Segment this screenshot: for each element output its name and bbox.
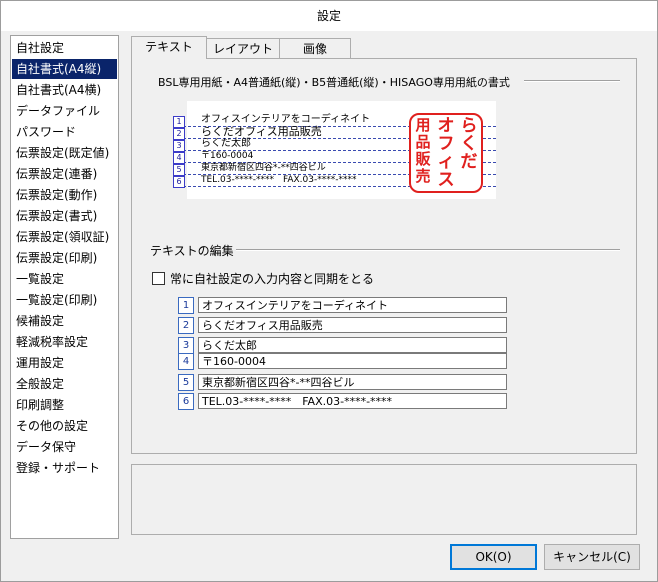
settings-category-list[interactable]: 自社設定 自社書式(A4縦) 自社書式(A4横) データファイル パスワード 伝… [10,35,119,539]
description-box [131,464,637,535]
sidebar-item-other[interactable]: その他の設定 [12,416,117,436]
sidebar-item-slip-format[interactable]: 伝票設定(書式) [12,206,117,226]
preview-line-number: 4 [173,152,185,164]
field-number: 6 [178,393,194,410]
sidebar-item-list-print[interactable]: 一覧設定(印刷) [12,290,117,310]
text-field-line-2[interactable]: らくだオフィス用品販売 [198,317,507,333]
sidebar-item-slip-behavior[interactable]: 伝票設定(動作) [12,185,117,205]
stamp-column: オフィス [437,116,455,190]
sidebar-item-slip-defaults[interactable]: 伝票設定(既定値) [12,143,117,163]
sidebar-item-operation[interactable]: 運用設定 [12,353,117,373]
sidebar-item-company-format-a4-landscape[interactable]: 自社書式(A4横) [12,80,117,100]
preview-line-text: 〒160-0004 [201,151,254,161]
preview-line-text: らくだオフィス用品販売 [201,125,322,138]
sidebar-item-slip-receipt[interactable]: 伝票設定(領収証) [12,227,117,247]
tab-image[interactable]: 画像 [279,38,351,58]
window-title: 設定 [1,1,657,31]
group-divider [524,80,620,82]
text-field-line-6[interactable]: TEL.03-****-**** FAX.03-****-**** [198,393,507,409]
preview-line-text: らくだ太郎 [201,138,251,149]
sidebar-item-candidates[interactable]: 候補設定 [12,311,117,331]
preview-line-number: 3 [173,140,185,152]
preview-line-text: 東京都新宿区四谷*-**四谷ビル [201,163,326,173]
text-field-line-4[interactable]: 〒160-0004 [198,353,507,369]
sidebar-item-data-file[interactable]: データファイル [12,101,117,121]
sidebar-item-print-adjust[interactable]: 印刷調整 [12,395,117,415]
text-field-line-5[interactable]: 東京都新宿区四谷*-**四谷ビル [198,374,507,390]
sidebar-item-company-format-a4-portrait[interactable]: 自社書式(A4縦) [12,59,117,79]
sync-checkbox[interactable] [152,272,165,285]
edit-group-title: テキストの編集 [150,244,234,258]
stamp-column: 用品販売 [415,116,431,185]
field-number: 1 [178,297,194,314]
preview-line-text: TEL.03-****-**** FAX.03-****-**** [201,175,357,185]
cancel-button[interactable]: キャンセル(C) [544,544,640,570]
sidebar-item-general[interactable]: 全般設定 [12,374,117,394]
sidebar-item-reduced-tax[interactable]: 軽減税率設定 [12,332,117,352]
format-preview: 1 オフィスインテリアをコーディネイト 2 らくだオフィス用品販売 3 らくだ太… [173,101,496,199]
sidebar-item-slip-print[interactable]: 伝票設定(印刷) [12,248,117,268]
field-number: 5 [178,374,194,391]
preview-line-number: 2 [173,128,185,140]
preview-line-number: 1 [173,116,185,128]
tab-text[interactable]: テキスト [131,36,207,59]
field-number: 4 [178,353,194,370]
preview-line-number: 5 [173,164,185,176]
text-field-line-1[interactable]: オフィスインテリアをコーディネイト [198,297,507,313]
tab-layout[interactable]: レイアウト [206,38,280,58]
text-field-line-3[interactable]: らくだ太郎 [198,337,507,353]
tab-panel-text: BSL専用用紙・A4普通紙(縦)・B5普通紙(縦)・HISAGO専用用紙の書式 … [131,58,637,454]
field-number: 2 [178,317,194,334]
stamp-column: らくだ [460,116,478,172]
field-number: 3 [178,337,194,354]
preview-line-number: 6 [173,176,185,188]
group-divider [236,249,620,251]
sidebar-item-company-settings[interactable]: 自社設定 [12,38,117,58]
sync-checkbox-label[interactable]: 常に自社設定の入力内容と同期をとる [170,270,374,287]
preview-group-title: BSL専用用紙・A4普通紙(縦)・B5普通紙(縦)・HISAGO専用用紙の書式 [158,76,510,89]
sidebar-item-registration-support[interactable]: 登録・サポート [12,458,117,478]
sidebar-item-list-settings[interactable]: 一覧設定 [12,269,117,289]
sidebar-item-slip-numbering[interactable]: 伝票設定(連番) [12,164,117,184]
sidebar-item-password[interactable]: パスワード [12,122,117,142]
ok-button[interactable]: OK(O) [450,544,537,570]
settings-dialog: 設定 自社設定 自社書式(A4縦) 自社書式(A4横) データファイル パスワー… [0,0,658,582]
sidebar-item-data-maintenance[interactable]: データ保守 [12,437,117,457]
company-stamp: らくだ オフィス 用品販売 [409,113,483,193]
